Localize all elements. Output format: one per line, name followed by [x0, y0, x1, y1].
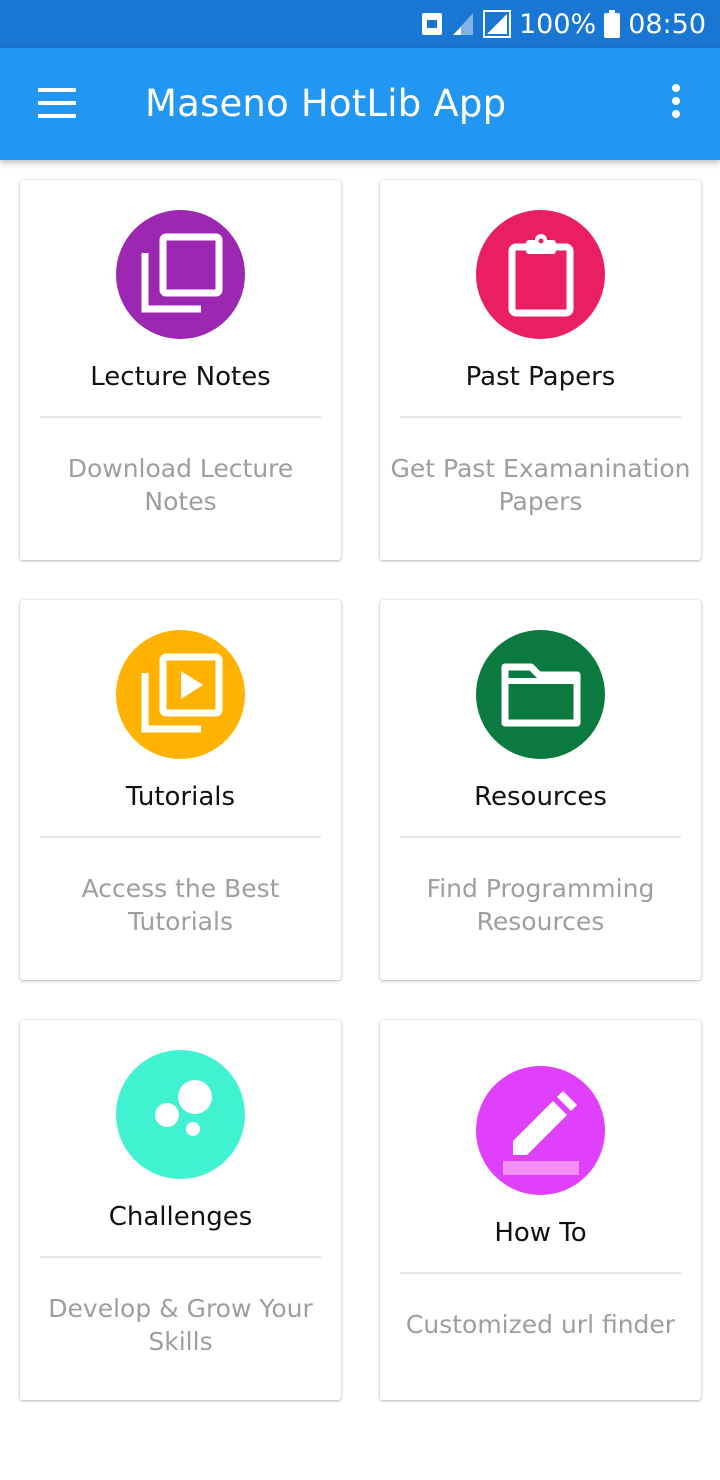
card-resources[interactable]: Resources Find Programming Resources [380, 600, 701, 980]
card-challenges[interactable]: Challenges Develop & Grow Your Skills [20, 1020, 341, 1400]
card-description: Access the Best Tutorials [81, 874, 280, 936]
card-how-to[interactable]: How To Customized url finder [380, 1020, 701, 1400]
card-title: Challenges [108, 1202, 253, 1232]
status-bar: 100% 08:50 [0, 0, 720, 48]
app-bar: Maseno HotLib App [0, 48, 720, 160]
edit-pencil-icon [476, 1066, 605, 1195]
folder-icon [476, 630, 605, 759]
card-divider [400, 1272, 681, 1274]
card-description: Customized url finder [405, 1310, 676, 1339]
signal-icon [482, 10, 511, 38]
card-divider [400, 416, 681, 418]
card-description: Get Past Examanination Papers [390, 454, 691, 516]
card-description: Find Programming Resources [426, 874, 655, 936]
signal-icon [451, 11, 475, 37]
clock: 08:50 [628, 8, 706, 40]
bubbles-icon [116, 1050, 245, 1179]
battery-percent: 100% [518, 8, 597, 40]
card-title: How To [494, 1218, 587, 1248]
card-lecture-notes[interactable]: Lecture Notes Download Lecture Notes [20, 180, 341, 560]
card-divider [40, 416, 321, 418]
notification-icon [421, 12, 443, 36]
card-tutorials[interactable]: Tutorials Access the Best Tutorials [20, 600, 341, 980]
card-description: Develop & Grow Your Skills [48, 1294, 313, 1356]
card-divider [40, 1256, 321, 1258]
card-past-papers[interactable]: Past Papers Get Past Examanination Paper… [380, 180, 701, 560]
card-title: Tutorials [125, 782, 236, 812]
card-title: Resources [474, 782, 607, 812]
app-title: Maseno HotLib App [145, 82, 507, 125]
card-title: Lecture Notes [90, 362, 271, 392]
menu-icon[interactable] [38, 88, 76, 118]
card-description: Download Lecture Notes [67, 454, 294, 516]
video-library-icon [116, 630, 245, 759]
card-divider [400, 836, 681, 838]
card-divider [40, 836, 321, 838]
battery-icon [604, 10, 621, 38]
library-books-icon [116, 210, 245, 339]
clipboard-icon [476, 210, 605, 339]
card-title: Past Papers [465, 362, 616, 392]
overflow-menu-icon[interactable] [668, 84, 684, 124]
